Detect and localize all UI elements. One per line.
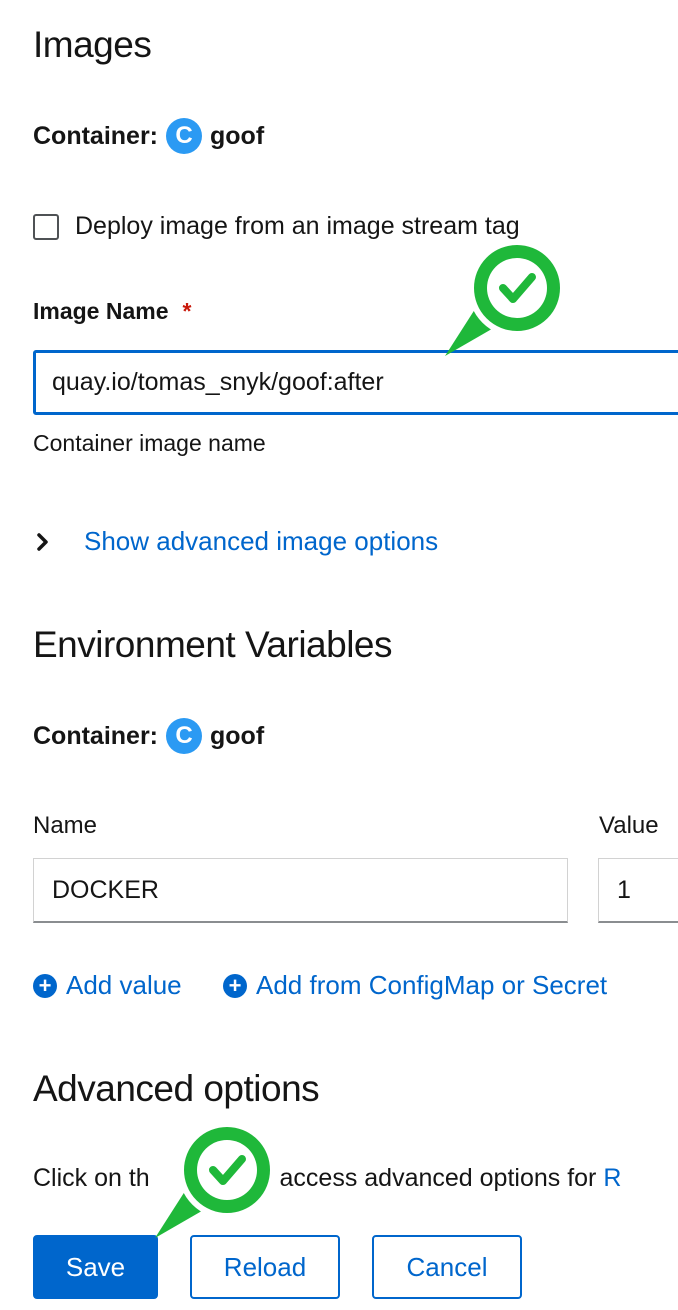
images-container-row: Container: C goof xyxy=(33,118,264,154)
image-name-label: Image Name xyxy=(33,298,169,324)
images-heading: Images xyxy=(33,24,152,65)
container-label: Container: xyxy=(33,721,158,750)
env-name-header: Name xyxy=(33,812,98,839)
advanced-image-options-link[interactable]: Show advanced image options xyxy=(84,526,438,557)
env-container-row: Container: C goof xyxy=(33,718,264,754)
env-value-header: Value xyxy=(599,812,659,839)
container-label: Container: xyxy=(33,121,158,150)
plus-circle-icon[interactable]: + xyxy=(223,973,247,998)
env-name-input[interactable]: DOCKER xyxy=(33,858,568,923)
env-name-value[interactable]: DOCKER xyxy=(52,876,159,905)
container-badge-icon: C xyxy=(166,718,202,754)
add-value-button[interactable]: + Add value xyxy=(33,970,182,1001)
container-name: goof xyxy=(210,121,265,150)
image-name-value[interactable]: quay.io/tomas_snyk/goof:after xyxy=(52,368,384,397)
plus-circle-icon[interactable]: + xyxy=(33,973,57,998)
required-marker: * xyxy=(182,298,192,324)
cancel-button[interactable]: Cancel xyxy=(372,1235,522,1299)
check-pin-icon xyxy=(155,1121,276,1238)
add-value-label[interactable]: Add value xyxy=(66,970,182,1001)
advanced-text-link[interactable]: R xyxy=(603,1164,621,1192)
advanced-options-heading: Advanced options xyxy=(33,1068,320,1109)
advanced-options-text: Click on th to access advanced options fo… xyxy=(33,1164,678,1193)
image-name-label-row: Image Name * xyxy=(33,298,191,325)
image-name-helper: Container image name xyxy=(33,430,266,456)
container-name: goof xyxy=(210,721,265,750)
advanced-text-before: Click on th xyxy=(33,1164,150,1192)
container-badge-icon: C xyxy=(166,118,202,154)
advanced-image-options-toggle[interactable]: Show advanced image options xyxy=(36,526,438,557)
env-value-input[interactable]: 1 xyxy=(598,858,678,923)
image-stream-checkbox[interactable] xyxy=(33,213,59,240)
chevron-right-icon[interactable] xyxy=(36,532,50,552)
env-heading: Environment Variables xyxy=(33,624,393,665)
image-name-input[interactable]: quay.io/tomas_snyk/goof:after xyxy=(33,350,678,415)
check-pin-icon xyxy=(445,239,566,356)
add-from-configmap-button[interactable]: + Add from ConfigMap or Secret xyxy=(223,970,607,1001)
env-value-value[interactable]: 1 xyxy=(617,876,631,905)
save-button[interactable]: Save xyxy=(33,1235,158,1299)
add-from-configmap-label[interactable]: Add from ConfigMap or Secret xyxy=(256,970,607,1001)
advanced-text-after: to access advanced options for xyxy=(251,1164,597,1192)
